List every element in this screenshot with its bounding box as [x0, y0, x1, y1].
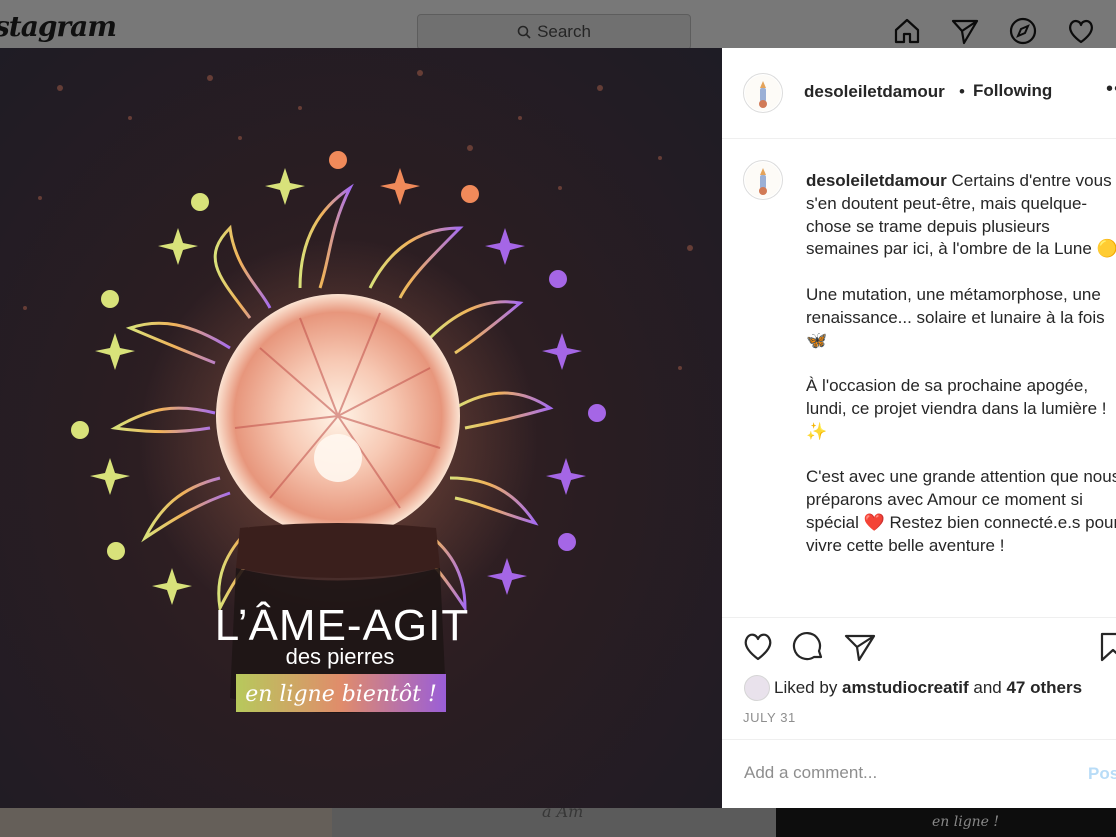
post-header: desoleiletdamour • Following •••	[722, 48, 1116, 139]
likes-summary[interactable]: Liked by amstudiocreatif and 47 others	[774, 678, 1082, 698]
image-subtitle: des pierres	[286, 644, 395, 669]
liker-avatar[interactable]	[744, 675, 770, 701]
post-panel: desoleiletdamour • Following ••• desolei…	[722, 48, 1116, 808]
image-banner: en ligne bientôt !	[245, 682, 437, 707]
likes-user[interactable]: amstudiocreatif	[842, 678, 969, 697]
post-comment-button[interactable]: Post	[1088, 764, 1116, 784]
avatar[interactable]	[743, 73, 783, 113]
more-options-icon[interactable]: •••	[1106, 78, 1116, 101]
share-icon[interactable]	[843, 630, 877, 664]
action-bar: Liked by amstudiocreatif and 47 others J…	[722, 617, 1116, 740]
image-title: L’ÂME-AGIT	[215, 601, 470, 650]
like-icon[interactable]	[741, 630, 775, 664]
comment-bar: Post	[722, 739, 1116, 809]
post-date[interactable]: JULY 31	[743, 710, 796, 725]
likes-middle: and	[968, 678, 1007, 697]
save-icon[interactable]	[1096, 630, 1116, 664]
following-button[interactable]: Following	[973, 81, 1052, 101]
comment-input[interactable]	[742, 762, 1066, 784]
caption-area[interactable]: desoleiletdamour Certains d'entre vous s…	[722, 139, 1116, 617]
likes-others[interactable]: 47 others	[1006, 678, 1082, 697]
caption-text: desoleiletdamour Certains d'entre vous s…	[806, 170, 1116, 558]
header-separator: •	[959, 82, 965, 101]
caption-body: Certains d'entre vous s'en doutent peut-…	[806, 171, 1116, 555]
post-image[interactable]: L’ÂME-AGIT des pierres en ligne bientôt …	[0, 48, 722, 808]
likes-prefix: Liked by	[774, 678, 843, 697]
comment-icon[interactable]	[792, 630, 826, 664]
caption-username[interactable]: desoleiletdamour	[806, 171, 947, 190]
caption-avatar[interactable]	[743, 160, 783, 200]
header-username[interactable]: desoleiletdamour	[804, 82, 945, 102]
